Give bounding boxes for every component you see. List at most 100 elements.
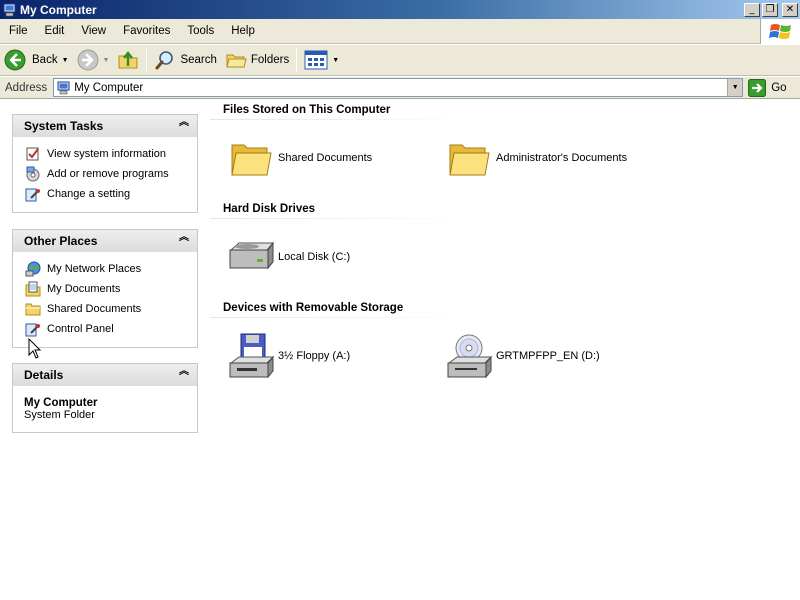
group-divider bbox=[210, 218, 475, 219]
back-label: Back bbox=[32, 54, 58, 66]
place-label: My Documents bbox=[47, 283, 121, 295]
my-computer-icon bbox=[57, 81, 70, 94]
group-header-files-stored: Files Stored on This Computer bbox=[223, 104, 391, 116]
menu-file[interactable]: File bbox=[0, 25, 36, 37]
menu-view[interactable]: View bbox=[72, 25, 114, 37]
address-input[interactable]: My Computer ▼ bbox=[53, 78, 744, 97]
windows-logo-icon bbox=[760, 19, 800, 44]
item-label: GRTMPFPP_EN (D:) bbox=[496, 350, 600, 362]
menu-favorites[interactable]: Favorites bbox=[114, 25, 178, 37]
item-label: 3½ Floppy (A:) bbox=[278, 350, 351, 362]
place-label: Control Panel bbox=[47, 323, 114, 335]
views-dropdown-icon[interactable]: ▼ bbox=[332, 57, 339, 64]
toolbar: Back ▼ ▼ Search Folders ▼ bbox=[0, 45, 800, 76]
details-panel: Details ︽ My Computer System Folder bbox=[12, 363, 198, 433]
views-icon bbox=[304, 50, 328, 70]
system-tasks-panel: System Tasks ︽ View system information A… bbox=[12, 114, 198, 213]
address-bar: Address My Computer ▼ Go bbox=[0, 77, 800, 99]
menu-edit[interactable]: Edit bbox=[36, 25, 73, 37]
go-button[interactable]: Go bbox=[748, 78, 787, 97]
item-label: Administrator's Documents bbox=[496, 152, 628, 164]
my-computer-icon bbox=[3, 3, 16, 16]
toolbar-separator bbox=[296, 48, 298, 72]
item-administrators-documents[interactable]: Administrator's Documents bbox=[444, 134, 627, 182]
folders-label: Folders bbox=[250, 54, 290, 66]
place-my-documents[interactable]: My Documents bbox=[24, 279, 197, 299]
folder-icon bbox=[24, 301, 42, 317]
folders-icon bbox=[226, 54, 247, 68]
floppy-drive-icon bbox=[226, 332, 276, 380]
menu-help[interactable]: Help bbox=[222, 25, 263, 37]
forward-button[interactable]: ▼ bbox=[73, 46, 114, 74]
item-shared-documents[interactable]: Shared Documents bbox=[226, 134, 372, 182]
back-button[interactable]: Back ▼ bbox=[0, 46, 73, 74]
details-title: Details bbox=[24, 368, 64, 382]
task-change-a-setting[interactable]: Change a setting bbox=[24, 184, 197, 204]
forward-dropdown-icon[interactable]: ▼ bbox=[103, 57, 110, 64]
control-panel-icon bbox=[24, 321, 42, 337]
views-button[interactable]: ▼ bbox=[300, 46, 343, 74]
maximize-button[interactable]: ❐ bbox=[762, 2, 778, 17]
address-value: My Computer bbox=[74, 81, 144, 94]
search-button[interactable]: Search bbox=[150, 46, 220, 74]
add-remove-programs-icon bbox=[24, 166, 42, 182]
up-folder-button[interactable] bbox=[113, 46, 143, 74]
item-cd-drive-d[interactable]: GRTMPFPP_EN (D:) bbox=[444, 332, 600, 380]
details-header[interactable]: Details ︽ bbox=[13, 364, 197, 386]
group-header-removable-storage: Devices with Removable Storage bbox=[223, 302, 404, 314]
other-places-title: Other Places bbox=[24, 234, 98, 248]
up-folder-icon bbox=[118, 51, 138, 69]
address-dropdown-icon[interactable]: ▼ bbox=[727, 79, 743, 96]
details-item-type: System Folder bbox=[24, 409, 95, 421]
place-my-network-places[interactable]: My Network Places bbox=[24, 259, 197, 279]
system-tasks-header[interactable]: System Tasks ︽ bbox=[13, 115, 197, 137]
window-title: My Computer bbox=[20, 2, 97, 17]
hard-disk-icon bbox=[226, 233, 276, 281]
mouse-pointer-icon bbox=[28, 338, 42, 359]
go-label: Go bbox=[771, 81, 787, 94]
minimize-button[interactable]: _ bbox=[744, 2, 760, 17]
item-floppy-a[interactable]: 3½ Floppy (A:) bbox=[226, 332, 350, 380]
item-label: Local Disk (C:) bbox=[278, 251, 351, 263]
system-tasks-title: System Tasks bbox=[24, 119, 104, 133]
title-bar[interactable]: My Computer _ ❐ ✕ bbox=[0, 0, 800, 19]
collapse-chevron-icon[interactable]: ︽ bbox=[179, 233, 189, 243]
system-info-icon bbox=[24, 146, 42, 162]
close-button[interactable]: ✕ bbox=[782, 2, 798, 17]
task-view-system-information[interactable]: View system information bbox=[24, 144, 197, 164]
back-dropdown-icon[interactable]: ▼ bbox=[62, 57, 69, 64]
group-header-hard-disk-drives: Hard Disk Drives bbox=[223, 203, 316, 215]
search-label: Search bbox=[180, 54, 217, 66]
item-label: Shared Documents bbox=[278, 152, 373, 164]
control-panel-icon bbox=[24, 186, 42, 202]
group-divider bbox=[210, 317, 475, 318]
item-local-disk-c[interactable]: Local Disk (C:) bbox=[226, 233, 350, 281]
other-places-panel: Other Places ︽ My Network Places My Docu… bbox=[12, 229, 198, 348]
my-documents-icon bbox=[24, 281, 42, 297]
folders-button[interactable]: Folders bbox=[221, 46, 293, 74]
folder-icon bbox=[444, 134, 494, 182]
task-label: Add or remove programs bbox=[47, 168, 169, 180]
task-label: Change a setting bbox=[47, 188, 131, 200]
other-places-header[interactable]: Other Places ︽ bbox=[13, 230, 197, 252]
toolbar-separator bbox=[146, 48, 148, 72]
content-area: Files Stored on This Computer Shared Doc… bbox=[210, 100, 800, 600]
folder-icon bbox=[226, 134, 276, 182]
task-label: View system information bbox=[47, 148, 167, 160]
menu-tools[interactable]: Tools bbox=[178, 25, 222, 37]
details-item-name: My Computer bbox=[24, 397, 98, 409]
collapse-chevron-icon[interactable]: ︽ bbox=[179, 118, 189, 128]
cd-drive-icon bbox=[444, 332, 494, 380]
place-label: Shared Documents bbox=[47, 303, 142, 315]
place-label: My Network Places bbox=[47, 263, 142, 275]
address-label: Address bbox=[5, 81, 48, 94]
search-icon bbox=[155, 51, 174, 70]
forward-arrow-icon bbox=[77, 49, 99, 71]
group-divider bbox=[210, 119, 475, 120]
place-shared-documents[interactable]: Shared Documents bbox=[24, 299, 197, 319]
back-arrow-icon bbox=[4, 49, 26, 71]
place-control-panel[interactable]: Control Panel bbox=[24, 319, 197, 339]
task-add-remove-programs[interactable]: Add or remove programs bbox=[24, 164, 197, 184]
menu-bar: File Edit View Favorites Tools Help bbox=[0, 19, 800, 44]
collapse-chevron-icon[interactable]: ︽ bbox=[179, 367, 189, 377]
